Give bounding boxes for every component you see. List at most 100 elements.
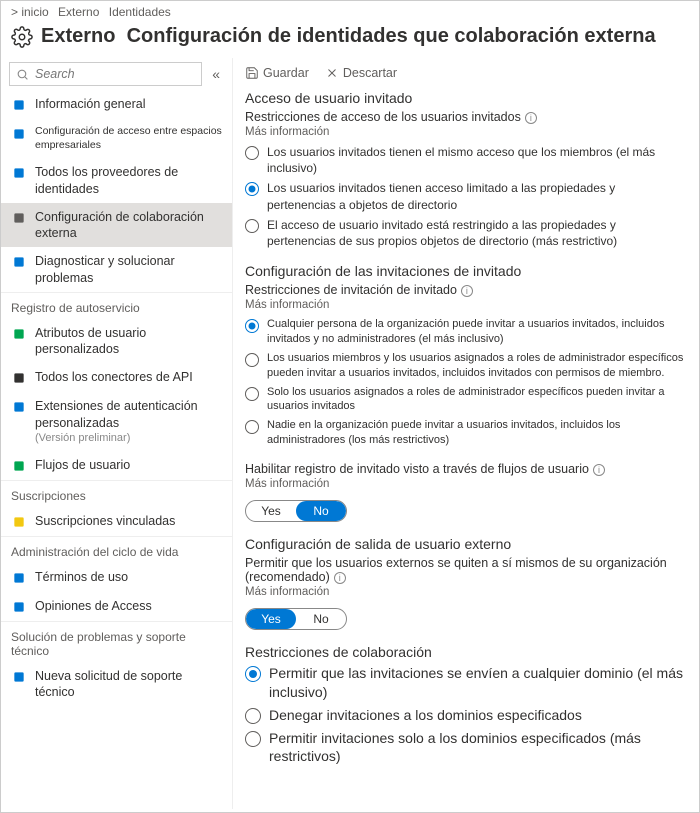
more-info-link[interactable]: Más información [245,586,687,598]
sidebar-item-label: Nueva solicitud de soporte técnico [35,668,222,701]
nav-item-icon [12,515,26,529]
radio-label: Solo los usuarios asignados a roles de a… [267,385,687,415]
nav-section-lifecycle: Administración del ciclo de vida [1,536,232,563]
sidebar-item-info-general[interactable]: Información general [1,90,232,119]
nav-item-icon [12,459,26,473]
self-signup-toggle[interactable]: Yes No [245,500,347,522]
leave-section: Configuración de salida de usuario exter… [245,536,687,630]
sidebar-item-label: Flujos de usuario [35,457,222,473]
sidebar-item-user-flows[interactable]: Flujos de usuario [1,451,232,480]
info-icon[interactable]: i [525,112,537,124]
nav-section-self: Registro de autoservicio [1,292,232,319]
radio-label: Permitir invitaciones solo a los dominio… [269,729,687,767]
radio-option[interactable]: Los usuarios invitados tienen acceso lim… [245,180,687,212]
nav-item-icon [12,98,26,112]
sidebar-item-label: Todos los conectores de API [35,369,222,385]
collapse-sidebar-button[interactable]: « [208,66,224,82]
self-signup-title: Habilitar registro de invitado visto a t… [245,462,687,476]
more-info-link[interactable]: Más información [245,299,687,311]
sidebar-item-new-ticket[interactable]: Nueva solicitud de soporte técnico [1,662,232,707]
radio-option[interactable]: Nadie en la organización puede invitar a… [245,418,687,448]
sidebar-item-auth-ext[interactable]: Extensiones de autenticación personaliza… [1,392,232,451]
nav-item-icon [12,327,26,341]
radio-icon[interactable] [245,708,261,724]
save-button[interactable]: Guardar [245,66,309,80]
sidebar: Search « Información generalConfiguració… [1,58,233,809]
radio-label: Nadie en la organización puede invitar a… [267,418,687,448]
guest-invite-title: Configuración de las invitaciones de inv… [245,263,687,279]
radio-icon[interactable] [245,219,259,233]
toolbar: Guardar Descartar [245,62,687,90]
search-icon [16,68,29,81]
breadcrumb: > inicio Externo Identidades [1,1,699,21]
more-info-link[interactable]: Más información [245,126,687,138]
sidebar-item-label: Términos de uso [35,569,222,585]
radio-option[interactable]: Los usuarios invitados tienen el mismo a… [245,144,687,176]
breadcrumb-home[interactable]: > inicio [11,5,49,19]
breadcrumb-externo[interactable]: Externo [58,5,99,19]
more-info-link[interactable]: Más información [245,478,687,490]
toggle-no[interactable]: No [296,501,346,521]
discard-button[interactable]: Descartar [325,66,397,80]
close-icon [325,66,339,80]
radio-icon[interactable] [245,666,261,682]
radio-option[interactable]: Denegar invitaciones a los dominios espe… [245,706,687,725]
radio-option[interactable]: Solo los usuarios asignados a roles de a… [245,385,687,415]
toggle-no[interactable]: No [296,609,346,629]
radio-label: Los usuarios miembros y los usuarios asi… [267,351,687,381]
radio-label: Denegar invitaciones a los dominios espe… [269,706,687,725]
guest-invite-sub: Restricciones de invitación de invitadoi [245,283,687,297]
nav-item-icon [12,600,26,614]
radio-icon[interactable] [245,182,259,196]
sidebar-item-terms[interactable]: Términos de uso [1,563,232,592]
guest-invite-section: Configuración de las invitaciones de inv… [245,263,687,448]
guest-access-section: Acceso de usuario invitado Restricciones… [245,90,687,249]
radio-icon[interactable] [245,146,259,160]
main-content: Guardar Descartar Acceso de usuario invi… [233,58,699,809]
leave-sub: Permitir que los usuarios externos se qu… [245,556,687,584]
radio-option[interactable]: El acceso de usuario invitado está restr… [245,217,687,249]
toggle-yes[interactable]: Yes [246,609,296,629]
radio-icon[interactable] [245,387,259,401]
sidebar-item-collab-config[interactable]: Configuración de colaboración externa [1,203,232,248]
info-icon[interactable]: i [593,464,605,476]
nav-section-support: Solución de problemas y soporte técnico [1,621,232,662]
breadcrumb-identidades[interactable]: Identidades [109,5,171,19]
sidebar-item-custom-attrs[interactable]: Atributos de usuario personalizados [1,319,232,364]
sidebar-item-label: Opiniones de Access [35,598,222,614]
leave-toggle[interactable]: Yes No [245,608,347,630]
radio-icon[interactable] [245,353,259,367]
save-icon [245,66,259,80]
radio-label: Los usuarios invitados tienen el mismo a… [267,144,687,176]
sidebar-item-linked-subs[interactable]: Suscripciones vinculadas [1,507,232,536]
radio-icon[interactable] [245,319,259,333]
nav-item-icon [12,255,26,269]
sidebar-item-label: Configuración de colaboración externa [35,209,222,242]
radio-label: Cualquier persona de la organización pue… [267,317,687,347]
nav-item-icon [12,371,26,385]
sidebar-item-providers[interactable]: Todos los proveedores de identidades [1,158,232,203]
radio-label: El acceso de usuario invitado está restr… [267,217,687,249]
radio-icon[interactable] [245,420,259,434]
search-input[interactable]: Search [9,62,202,86]
sidebar-item-api-connectors[interactable]: Todos los conectores de API [1,363,232,392]
sidebar-item-label: Todos los proveedores de identidades [35,164,222,197]
collab-section: Restricciones de colaboración Permitir q… [245,644,687,766]
nav-item-icon [12,211,26,225]
info-icon[interactable]: i [461,285,473,297]
radio-option[interactable]: Los usuarios miembros y los usuarios asi… [245,351,687,381]
radio-option[interactable]: Permitir que las invitaciones se envíen … [245,664,687,702]
toggle-yes[interactable]: Yes [246,501,296,521]
collab-title: Restricciones de colaboración [245,644,687,660]
sidebar-item-diagnose[interactable]: Diagnosticar y solucionar problemas [1,247,232,292]
page-title: Externo Configuración de identidades que… [41,25,656,48]
nav-item-icon [12,400,26,414]
sidebar-item-label: Extensiones de autenticación personaliza… [35,398,222,445]
sidebar-item-access-reviews[interactable]: Opiniones de Access [1,592,232,621]
sidebar-item-cross-tenant[interactable]: Configuración de acceso entre espacios e… [1,119,232,158]
radio-option[interactable]: Cualquier persona de la organización pue… [245,317,687,347]
sidebar-item-label: Atributos de usuario personalizados [35,325,222,358]
radio-icon[interactable] [245,731,261,747]
radio-option[interactable]: Permitir invitaciones solo a los dominio… [245,729,687,767]
info-icon[interactable]: i [334,572,346,584]
